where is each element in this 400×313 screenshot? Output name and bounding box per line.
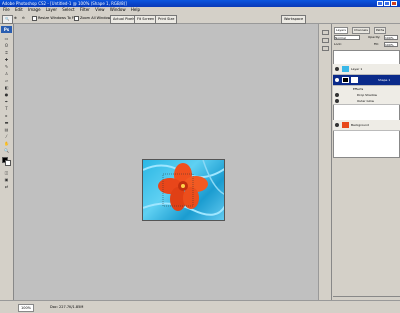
background-color-swatch[interactable]	[5, 160, 11, 166]
effect-name: Outer Glow	[357, 99, 374, 103]
type-tool-icon[interactable]: T	[2, 106, 11, 112]
options-bar: 🔍 ⊕ ⊖ Resize Windows To Fit Zoom All Win…	[0, 13, 400, 24]
menu-edit[interactable]: Edit	[15, 7, 23, 12]
healing-tool-icon[interactable]: ✚	[2, 57, 11, 63]
lasso-tool-icon[interactable]: ʘ	[2, 43, 11, 49]
title-bar: Adobe Photoshop CS2 - [Untitled-1 @ 100%…	[0, 0, 400, 7]
fit-screen-button[interactable]: Fit Screen	[134, 15, 158, 24]
menu-help[interactable]: Help	[131, 7, 140, 12]
fill-label: Fill:	[374, 42, 380, 46]
flower-image	[143, 160, 224, 216]
print-size-button[interactable]: Print Size	[155, 15, 178, 24]
menu-image[interactable]: Image	[28, 7, 41, 12]
document-canvas[interactable]	[142, 159, 225, 221]
brushes-icon[interactable]	[322, 30, 329, 35]
visibility-eye-icon[interactable]	[335, 78, 339, 82]
vector-mask-thumbnail	[351, 77, 358, 83]
menu-file[interactable]: File	[3, 7, 10, 12]
eraser-tool-icon[interactable]: ▱	[2, 78, 11, 84]
shape-thumbnail	[342, 77, 349, 83]
ps-logo-icon: Ps	[1, 26, 12, 33]
zoom-all-checkbox[interactable]: Zoom All Windows	[74, 15, 112, 22]
toolbox: Ps ▭ ʘ ⌗ ✚ ✎ ♙ ▱ ◧ ● ✒ T ▸ ▬ ▤ ⁄ ✋ 🔍 ◫ ▣…	[0, 24, 14, 300]
doc-size: Doc: 227.7K/1.85M	[50, 305, 84, 309]
pen-tool-icon[interactable]: ✒	[2, 99, 11, 105]
quick-mask-icon[interactable]: ◫	[2, 170, 11, 176]
layer-name: Background	[351, 123, 369, 127]
brush-tool-icon[interactable]: ✎	[2, 64, 11, 70]
opacity-input[interactable]: 100%	[384, 35, 398, 40]
stamp-tool-icon[interactable]: ♙	[2, 71, 11, 77]
zoom-out-icon[interactable]: ⊖	[22, 15, 25, 22]
document-workspace[interactable]	[14, 24, 318, 300]
screen-mode-icon[interactable]: ▣	[2, 177, 11, 183]
marquee-tool-icon[interactable]: ▭	[2, 36, 11, 42]
layer-comps-icon[interactable]	[322, 46, 329, 51]
visibility-eye-icon[interactable]	[335, 67, 339, 71]
resize-windows-checkbox[interactable]: Resize Windows To Fit	[32, 15, 76, 22]
menu-window[interactable]: Window	[110, 7, 126, 12]
visibility-eye-icon[interactable]	[335, 93, 339, 97]
workspace-button[interactable]: Workspace	[281, 15, 307, 24]
layer-row[interactable]: Layer 1	[333, 64, 400, 75]
menu-select[interactable]: Select	[62, 7, 74, 12]
tool-presets-icon[interactable]	[322, 38, 329, 43]
crop-tool-icon[interactable]: ⌗	[2, 50, 11, 56]
close-button[interactable]	[391, 1, 397, 6]
maximize-button[interactable]	[384, 1, 390, 6]
eyedropper-tool-icon[interactable]: ⁄	[2, 134, 11, 140]
layer-name: Layer 1	[351, 67, 363, 71]
menu-layer[interactable]: Layer	[46, 7, 57, 12]
dodge-tool-icon[interactable]: ●	[2, 92, 11, 98]
visibility-eye-icon[interactable]	[335, 99, 339, 103]
layer-row-selected[interactable]: Shape 1	[333, 75, 400, 86]
zoom-in-icon[interactable]: ⊕	[14, 15, 17, 22]
visibility-eye-icon[interactable]	[335, 123, 339, 127]
shape-tool-icon[interactable]: ▬	[2, 120, 11, 126]
blend-mode-select[interactable]: Normal	[334, 35, 360, 40]
layer-row[interactable]: Background	[333, 120, 400, 131]
lock-label: Lock:	[334, 42, 342, 46]
zoom-all-label: Zoom All Windows	[80, 16, 113, 20]
layer-name: Shape 1	[378, 78, 391, 82]
layer-thumbnail	[342, 66, 349, 72]
status-bar: 100% Doc: 227.7K/1.85M	[0, 300, 400, 312]
minimize-button[interactable]	[377, 1, 383, 6]
path-select-icon[interactable]: ▸	[2, 113, 11, 119]
effect-row[interactable]: Outer Glow	[333, 98, 400, 105]
fill-input[interactable]: 100%	[384, 42, 398, 47]
tab-channels[interactable]: Channels	[352, 27, 370, 34]
zoom-level[interactable]: 100%	[18, 304, 35, 312]
opacity-label: Opacity:	[368, 35, 381, 39]
layers-panel: Layers Channels Paths Normal Opacity: 10…	[331, 24, 400, 300]
gradient-tool-icon[interactable]: ◧	[2, 85, 11, 91]
palette-dock	[318, 24, 331, 300]
notes-tool-icon[interactable]: ▤	[2, 127, 11, 133]
layer-thumbnail	[342, 122, 349, 128]
zoom-tool-icon-2[interactable]: 🔍	[2, 148, 11, 154]
menu-filter[interactable]: Filter	[80, 7, 90, 12]
tab-layers[interactable]: Layers	[334, 27, 348, 34]
menu-view[interactable]: View	[95, 7, 105, 12]
hand-tool-icon[interactable]: ✋	[2, 141, 11, 147]
window-title: Adobe Photoshop CS2 - [Untitled-1 @ 100%…	[2, 1, 127, 6]
resize-label: Resize Windows To Fit	[38, 16, 76, 20]
tab-paths[interactable]: Paths	[374, 27, 387, 34]
zoom-tool-icon[interactable]: 🔍	[2, 15, 13, 24]
imageready-icon[interactable]: ⇄	[2, 184, 11, 190]
